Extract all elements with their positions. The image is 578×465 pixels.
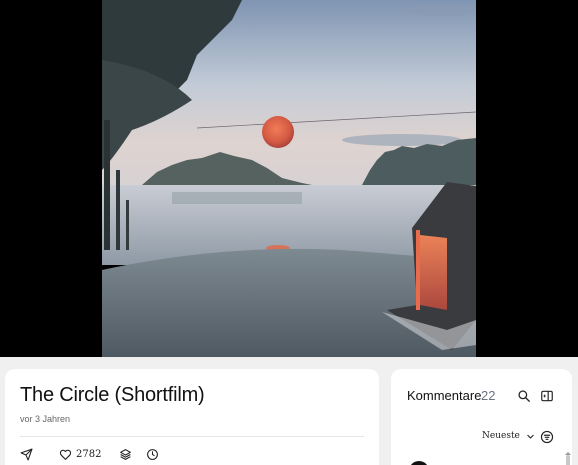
filter-icon[interactable] [540, 430, 554, 444]
comments-count: 22 [481, 388, 496, 403]
video-player[interactable] [0, 0, 578, 357]
like-count: 2782 [76, 448, 102, 460]
video-frame[interactable] [102, 0, 476, 357]
sort-dropdown[interactable]: Neueste [482, 431, 535, 441]
sort-dropdown-label: Neueste [482, 431, 520, 441]
video-info-card: The Circle (Shortfilm) vor 3 Jahren 2782 [5, 369, 379, 465]
comments-title: Kommentare [407, 388, 482, 403]
share-button[interactable] [20, 445, 33, 463]
chevron-down-icon [527, 434, 534, 439]
divider [20, 436, 364, 437]
comments-scrollbar[interactable] [566, 455, 570, 465]
clock-icon [147, 448, 159, 460]
like-button[interactable]: 2782 [59, 445, 101, 463]
send-icon [20, 448, 33, 460]
panel-toggle-icon[interactable] [540, 389, 554, 403]
comments-panel: Kommentare 22 Neueste [391, 369, 572, 465]
avatar[interactable] [409, 461, 429, 465]
video-title: The Circle (Shortfilm) [20, 384, 205, 406]
heart-icon [59, 449, 72, 460]
video-still [102, 0, 476, 357]
layers-icon [120, 448, 132, 460]
collections-button[interactable] [119, 445, 132, 463]
watch-later-button[interactable] [146, 445, 159, 463]
action-row: 2782 [20, 445, 159, 463]
video-date: vor 3 Jahren [20, 414, 71, 424]
search-icon[interactable] [517, 389, 531, 403]
